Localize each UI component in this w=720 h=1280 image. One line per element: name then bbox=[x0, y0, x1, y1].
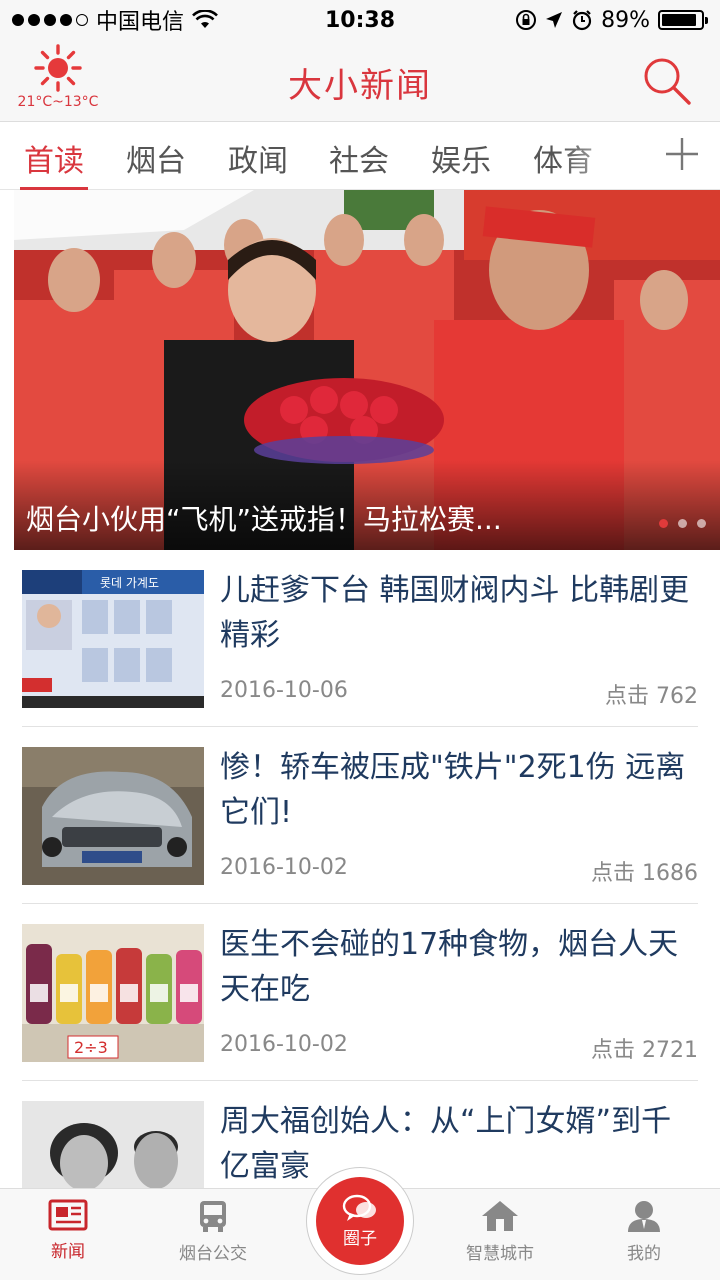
news-thumbnail bbox=[22, 747, 204, 885]
carousel-dot[interactable] bbox=[678, 519, 687, 528]
tab-shehui[interactable]: 社会 bbox=[329, 136, 389, 190]
news-click-count: 点击 1686 bbox=[591, 861, 698, 886]
carrier-name: 中国电信 bbox=[96, 10, 185, 35]
nav-me-label: 我的 bbox=[627, 1244, 661, 1264]
nav-news[interactable]: 新闻 bbox=[8, 1199, 128, 1262]
nav-smart-city-label: 智慧城市 bbox=[466, 1244, 534, 1264]
news-click-count: 点击 762 bbox=[605, 684, 698, 709]
circle-button[interactable]: 圈子 bbox=[306, 1167, 414, 1275]
clock: 10:38 bbox=[324, 7, 396, 33]
hero-caption[interactable]: 烟台小伙用“飞机”送戒指！马拉松赛... bbox=[26, 498, 502, 538]
news-item[interactable]: 2÷3 医生不会碰的17种食物，烟台人天天在吃 2016-10-02 点击 27… bbox=[22, 904, 698, 1081]
bus-icon bbox=[200, 1201, 226, 1232]
search-icon[interactable] bbox=[640, 54, 692, 106]
thumbnail-text: 2÷3 bbox=[74, 1038, 108, 1057]
add-tab-icon[interactable] bbox=[662, 134, 702, 174]
news-date: 2016-10-06 bbox=[220, 678, 348, 703]
battery-icon bbox=[658, 10, 708, 30]
news-click-count: 点击 2721 bbox=[591, 1038, 698, 1063]
nav-bus-label: 烟台公交 bbox=[179, 1244, 247, 1264]
home-icon bbox=[482, 1201, 518, 1231]
nav-me[interactable]: 我的 bbox=[584, 1199, 704, 1264]
app-header: 21°C~13°C 大小新闻 bbox=[0, 40, 720, 122]
tab-tiyu[interactable]: 体育 bbox=[533, 136, 593, 190]
rotation-lock-icon bbox=[516, 10, 537, 30]
thumbnail-text: 롯데 가계도 bbox=[100, 576, 159, 590]
news-item[interactable]: 惨！轿车被压成"铁片"2死1伤 远离它们! 2016-10-02 点击 1686 bbox=[22, 727, 698, 904]
news-thumbnail: 2÷3 bbox=[22, 924, 204, 1062]
alarm-icon bbox=[572, 10, 592, 31]
news-list: 롯데 가계도 儿赶爹下台 韩国财阀内斗 比韩剧更精彩 2016-10-06 点击… bbox=[0, 550, 720, 1258]
tab-shoudu[interactable]: 首读 bbox=[20, 136, 88, 190]
nav-smart-city[interactable]: 智慧城市 bbox=[440, 1199, 560, 1264]
chat-bubble-icon bbox=[342, 1194, 376, 1221]
news-title[interactable]: 儿赶爹下台 韩国财阀内斗 比韩剧更精彩 bbox=[220, 568, 698, 658]
carousel-dot[interactable] bbox=[659, 519, 668, 528]
carousel-dot[interactable] bbox=[697, 519, 706, 528]
news-date: 2016-10-02 bbox=[220, 1032, 348, 1057]
news-title[interactable]: 周大福创始人：从“上门女婿”到千亿富豪 bbox=[220, 1099, 698, 1189]
news-title[interactable]: 医生不会碰的17种食物，烟台人天天在吃 bbox=[220, 922, 698, 1012]
nav-news-label: 新闻 bbox=[51, 1242, 85, 1262]
news-item[interactable]: 롯데 가계도 儿赶爹下台 韩国财阀内斗 比韩剧更精彩 2016-10-06 点击… bbox=[22, 550, 698, 727]
app-title: 大小新闻 bbox=[288, 66, 432, 106]
signal-strength-icon bbox=[12, 14, 88, 26]
status-bar: 中国电信 10:38 89% bbox=[0, 0, 720, 40]
news-thumbnail: 롯데 가계도 bbox=[22, 570, 204, 708]
nav-bus[interactable]: 烟台公交 bbox=[153, 1199, 273, 1264]
carousel-indicator bbox=[659, 519, 706, 528]
circle-button-label: 圈子 bbox=[343, 1228, 377, 1249]
bottom-navigation: 新闻 烟台公交 圈子 智慧城市 我的 bbox=[0, 1167, 720, 1280]
newspaper-icon bbox=[48, 1199, 88, 1231]
location-arrow-icon bbox=[546, 12, 563, 28]
battery-percent: 89% bbox=[601, 7, 650, 33]
wifi-icon bbox=[192, 10, 218, 28]
news-title[interactable]: 惨！轿车被压成"铁片"2死1伤 远离它们! bbox=[220, 745, 698, 835]
tab-zhengwen[interactable]: 政闻 bbox=[228, 136, 288, 190]
user-icon bbox=[628, 1201, 660, 1232]
tab-yantai[interactable]: 烟台 bbox=[126, 136, 186, 190]
news-date: 2016-10-02 bbox=[220, 855, 348, 880]
hero-carousel[interactable]: 烟台小伙用“飞机”送戒指！马拉松赛... bbox=[14, 190, 720, 550]
tab-yule[interactable]: 娱乐 bbox=[431, 136, 491, 190]
category-tabs: 首读 烟台 政闻 社会 娱乐 体育 bbox=[0, 122, 720, 190]
